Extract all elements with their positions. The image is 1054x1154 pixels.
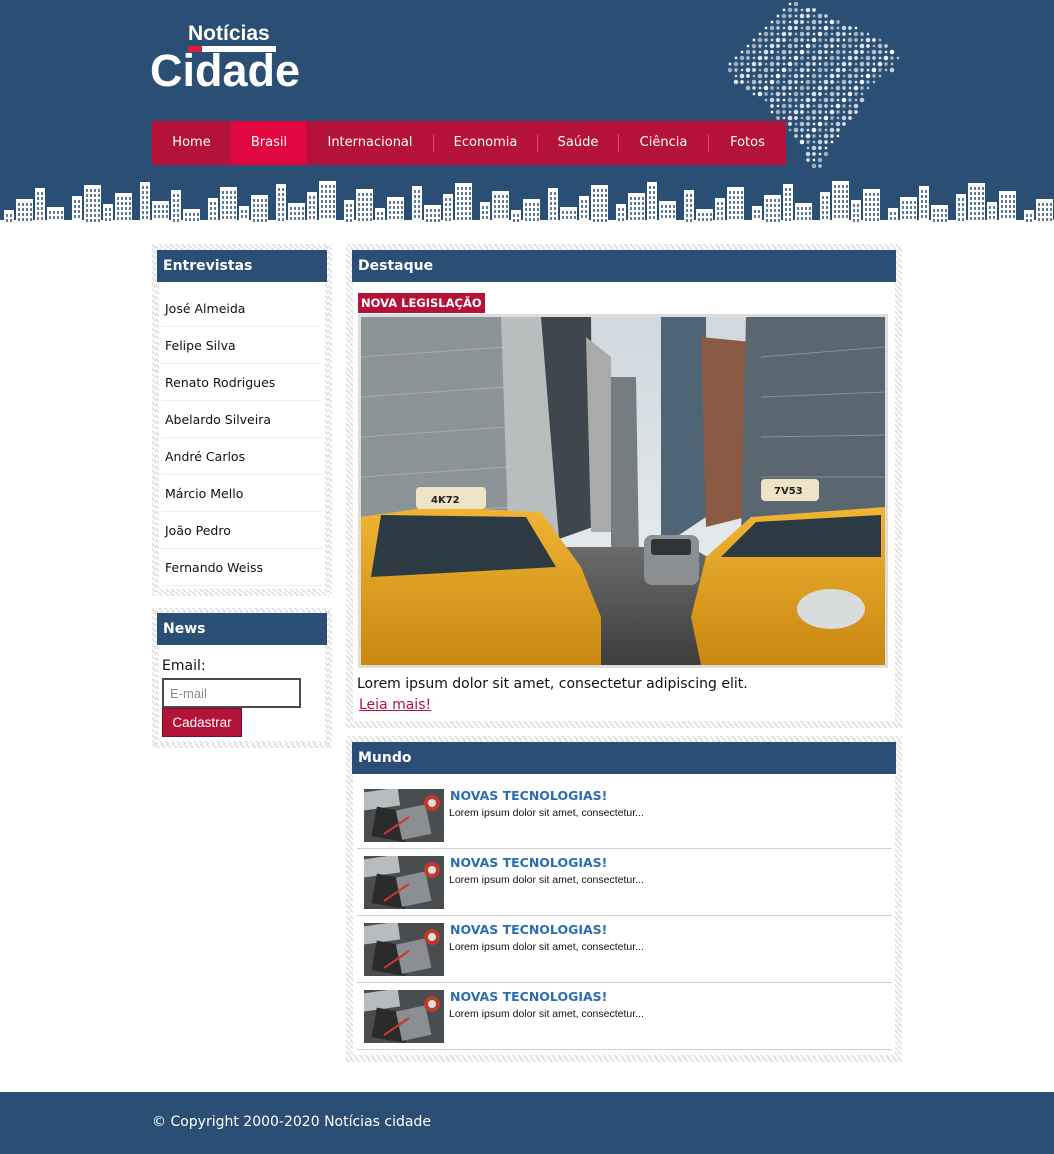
newsletter-panel: News Email: Cadastrar: [152, 608, 332, 748]
entrevistas-list: José Almeida Felipe Silva Renato Rodrigues…: [162, 290, 322, 586]
city-street-taxis-photo: 4K72 7V53: [361, 317, 885, 665]
news-item[interactable]: NOVAS TECNOLOGIAS! Lorem ipsum dolor sit …: [357, 916, 892, 983]
featured-summary: Lorem ipsum dolor sit amet, consectetur …: [357, 676, 748, 692]
entrevista-item[interactable]: João Pedro: [162, 512, 322, 549]
destaque-title: Destaque: [352, 250, 896, 282]
news-snippet: Lorem ipsum dolor sit amet, consectetur.…: [449, 874, 644, 886]
entrevista-item[interactable]: Márcio Mello: [162, 475, 322, 512]
entrevista-item[interactable]: Renato Rodrigues: [162, 364, 322, 401]
entrevista-item[interactable]: Fernando Weiss: [162, 549, 322, 586]
news-item[interactable]: NOVAS TECNOLOGIAS! Lorem ipsum dolor sit …: [357, 782, 892, 849]
svg-text:7V53: 7V53: [774, 486, 803, 497]
entrevista-item[interactable]: André Carlos: [162, 438, 322, 475]
category-tag[interactable]: NOVA LEGISLAÇÃO: [358, 293, 485, 313]
email-label: Email:: [162, 658, 206, 674]
site-logo[interactable]: Notícias Cidade: [150, 18, 320, 98]
nav-item-brasil[interactable]: Brasil: [231, 121, 307, 165]
cadastrar-button[interactable]: Cadastrar: [162, 708, 242, 737]
featured-photo[interactable]: 4K72 7V53: [358, 314, 888, 668]
news-snippet: Lorem ipsum dolor sit amet, consectetur.…: [449, 941, 644, 953]
news-item[interactable]: NOVAS TECNOLOGIAS! Lorem ipsum dolor sit …: [357, 983, 892, 1050]
nav-item-internacional[interactable]: Internacional: [307, 121, 433, 165]
svg-text:4K72: 4K72: [431, 495, 460, 506]
news-headline[interactable]: NOVAS TECNOLOGIAS!: [450, 788, 607, 803]
desk-notebook-thumbnail[interactable]: [364, 789, 444, 842]
nav-item-economia[interactable]: Economia: [434, 121, 537, 165]
destaque-panel: Destaque NOVA LEGISLAÇÃO 4K72 7V53 Lorem…: [346, 244, 902, 728]
logo-big-text: Cidade: [150, 45, 301, 96]
mundo-title: Mundo: [352, 742, 896, 774]
desk-notebook-thumbnail[interactable]: [364, 856, 444, 909]
main-nav: Home Brasil Internacional Economia Saúde…: [152, 121, 786, 165]
news-headline[interactable]: NOVAS TECNOLOGIAS!: [450, 855, 607, 870]
news-snippet: Lorem ipsum dolor sit amet, consectetur.…: [449, 807, 644, 819]
mundo-panel: Mundo NOVAS TECNOLOGIAS! Lorem ipsum dolo…: [346, 736, 902, 1062]
news-snippet: Lorem ipsum dolor sit amet, consectetur.…: [449, 1008, 644, 1020]
nav-item-ciencia[interactable]: Ciência: [619, 121, 708, 165]
nav-item-home[interactable]: Home: [152, 121, 231, 165]
entrevista-item[interactable]: Abelardo Silveira: [162, 401, 322, 438]
city-skyline-decoration: [0, 181, 1054, 232]
news-item[interactable]: NOVAS TECNOLOGIAS! Lorem ipsum dolor sit …: [357, 849, 892, 916]
logo-small-text: Notícias: [188, 22, 270, 45]
site-footer: © Copyright 2000-2020 Notícias cidade: [0, 1092, 1054, 1154]
news-headline[interactable]: NOVAS TECNOLOGIAS!: [450, 922, 607, 937]
desk-notebook-thumbnail[interactable]: [364, 923, 444, 976]
nav-item-saude[interactable]: Saúde: [538, 121, 618, 165]
entrevista-item[interactable]: José Almeida: [162, 290, 322, 327]
nav-item-fotos[interactable]: Fotos: [709, 121, 786, 165]
site-header: Notícias Cidade Home Brasil Internaciona…: [0, 0, 1054, 232]
desk-notebook-thumbnail[interactable]: [364, 990, 444, 1043]
news-headline[interactable]: NOVAS TECNOLOGIAS!: [450, 989, 607, 1004]
entrevista-item[interactable]: Felipe Silva: [162, 327, 322, 364]
entrevistas-panel: Entrevistas José Almeida Felipe Silva Rena…: [152, 244, 332, 596]
email-field[interactable]: [162, 678, 301, 708]
newsletter-title: News: [157, 613, 327, 645]
entrevistas-title: Entrevistas: [157, 250, 327, 282]
read-more-link[interactable]: Leia mais!: [359, 697, 431, 713]
mundo-news-list: NOVAS TECNOLOGIAS! Lorem ipsum dolor sit …: [357, 782, 892, 1050]
copyright-text: © Copyright 2000-2020 Notícias cidade: [152, 1114, 431, 1130]
